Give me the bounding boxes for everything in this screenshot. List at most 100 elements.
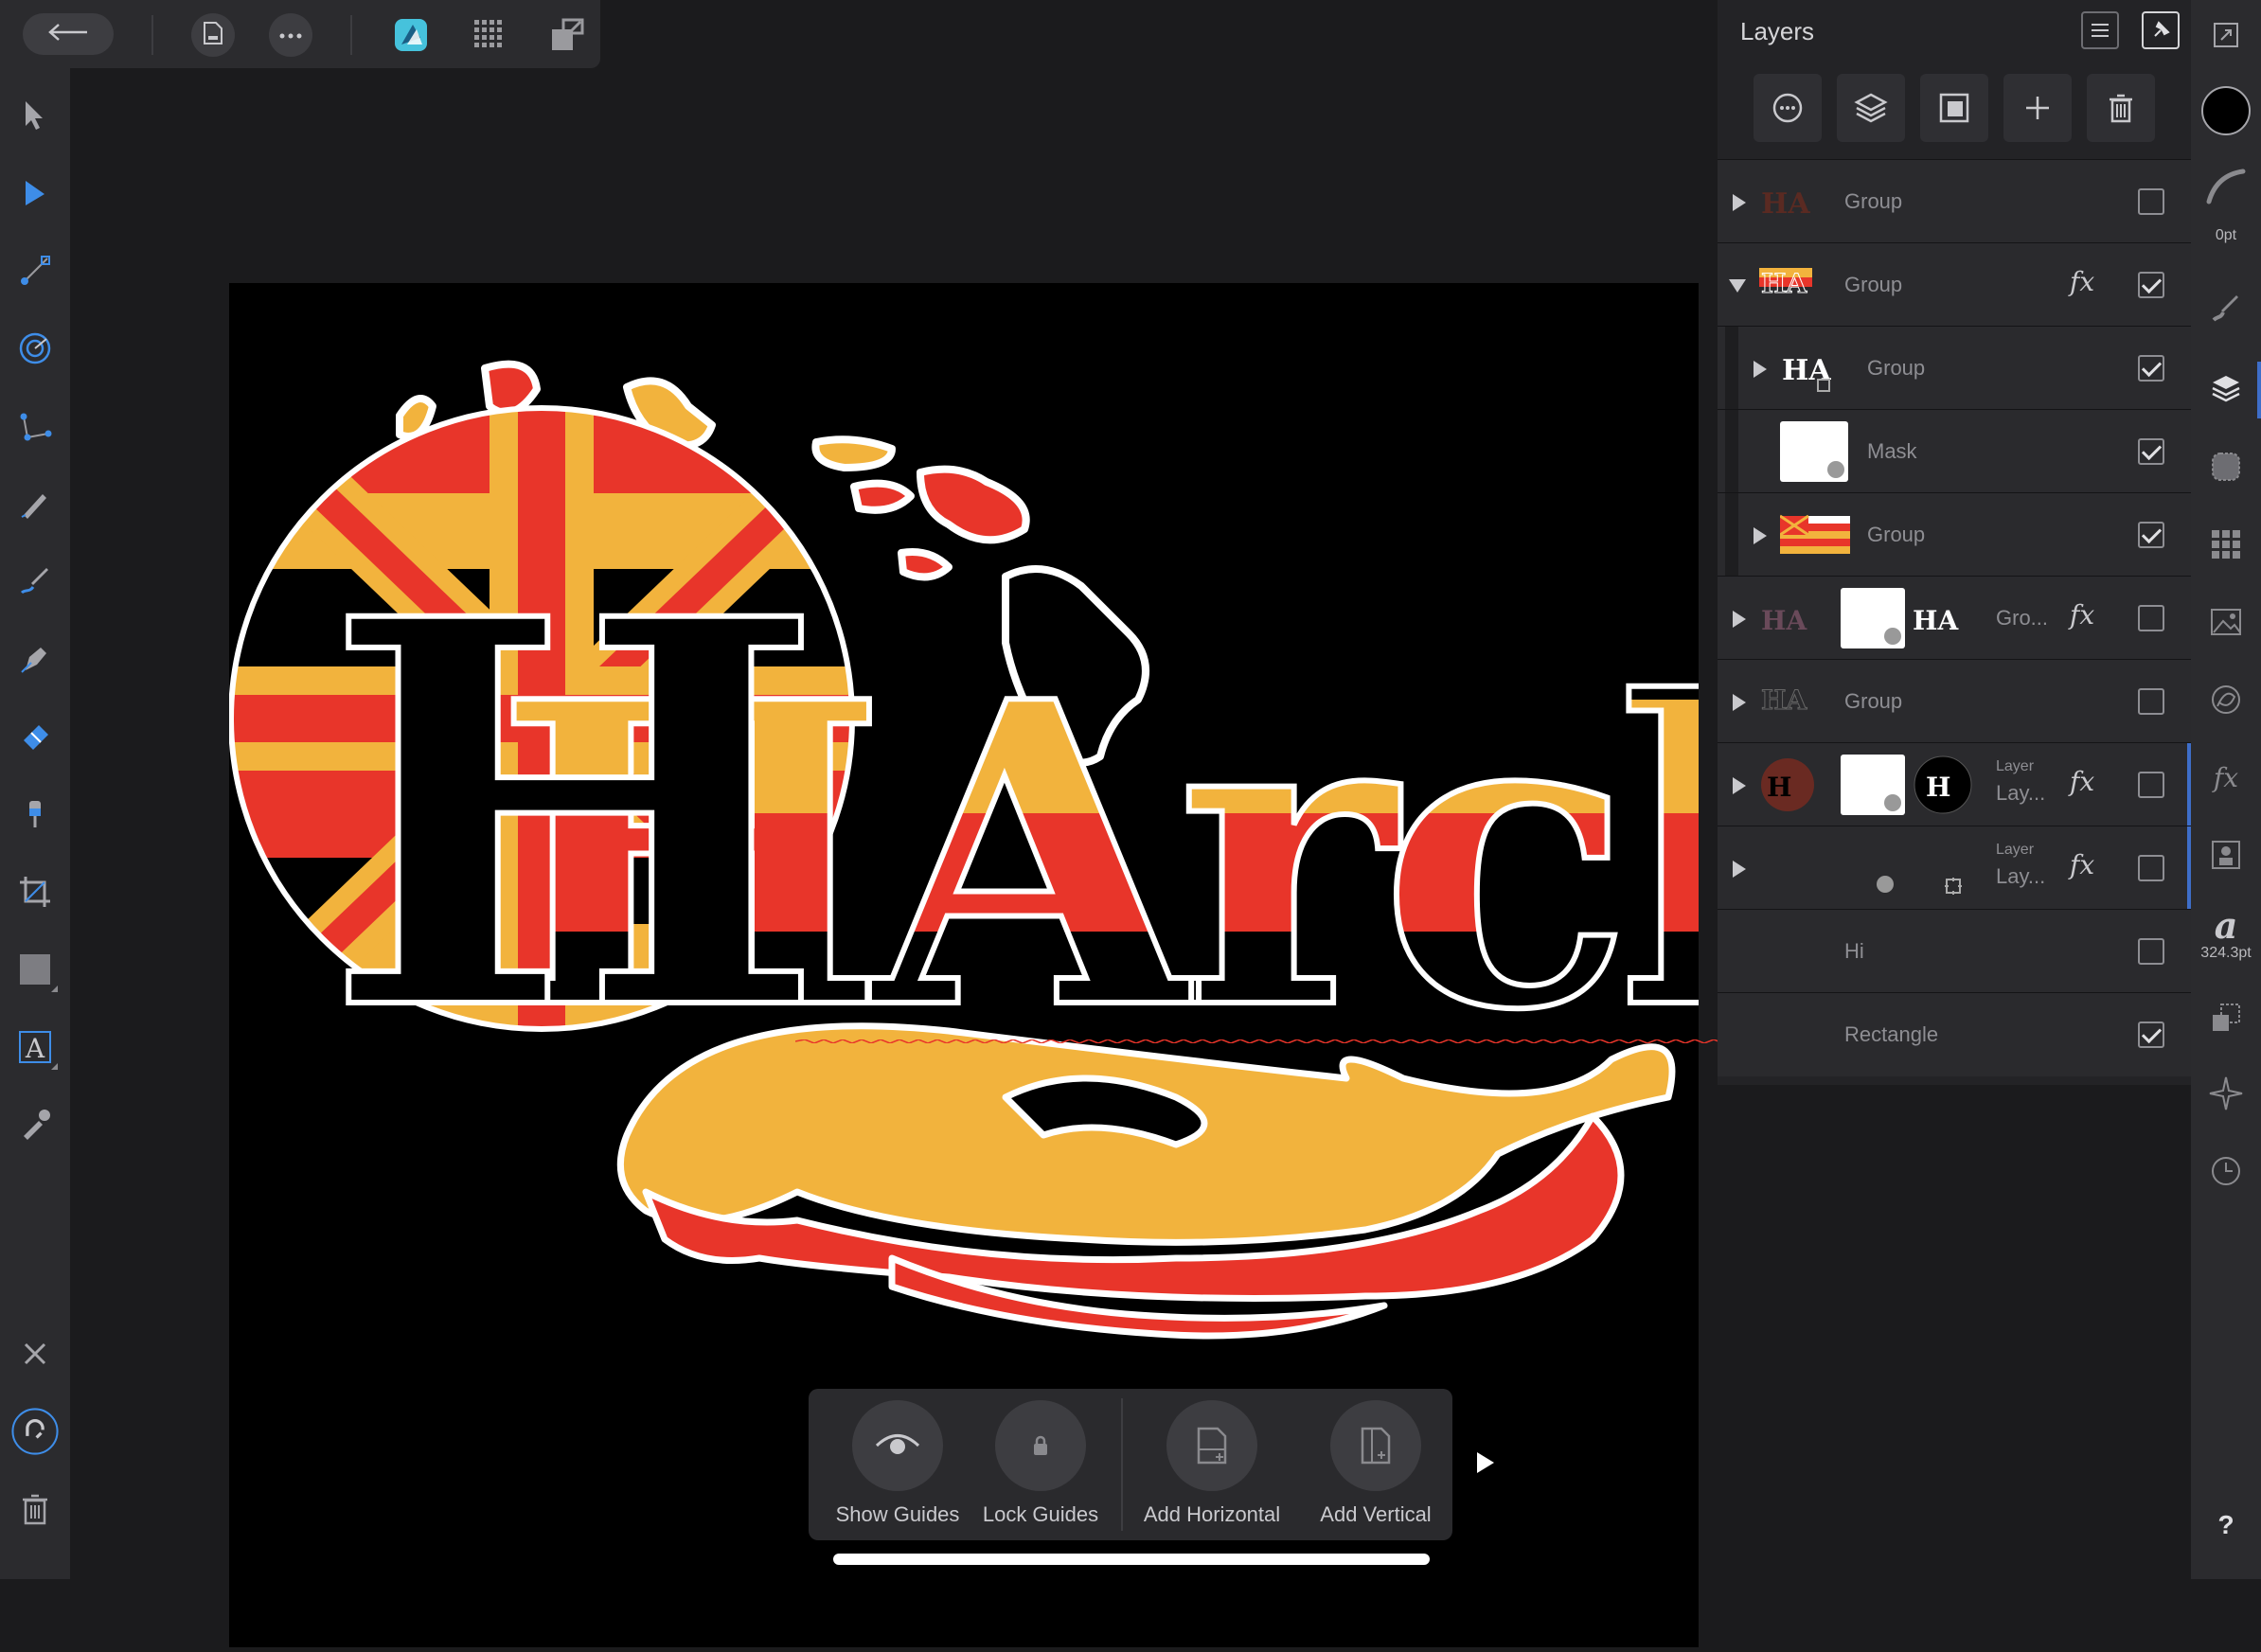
- visibility-checkbox[interactable]: [2138, 938, 2164, 965]
- layer-row[interactable]: Group: [1718, 492, 2191, 577]
- expand-arrow-icon[interactable]: [1733, 777, 1746, 794]
- expand-arrow-icon[interactable]: [1733, 694, 1746, 711]
- visibility-checkbox[interactable]: [2138, 438, 2164, 465]
- designer-persona-icon[interactable]: [389, 13, 433, 57]
- crop-tool[interactable]: [10, 867, 60, 916]
- layer-thumbnail: HA: [1761, 605, 1807, 636]
- layer-row[interactable]: H H Layer Lay... fx: [1718, 742, 2191, 826]
- mask-layer-button[interactable]: [1920, 74, 1988, 142]
- layer-row[interactable]: Hi: [1718, 909, 2191, 993]
- artistic-text-tool[interactable]: A: [10, 1022, 60, 1072]
- swirl-icon: [2212, 685, 2240, 714]
- horizontal-guide[interactable]: [795, 1039, 1742, 1043]
- pen-nib-icon: [21, 648, 46, 673]
- document-button[interactable]: [191, 13, 235, 57]
- export-persona-icon[interactable]: [545, 13, 589, 57]
- move-tool[interactable]: [10, 91, 60, 140]
- swatches-button[interactable]: [2202, 521, 2250, 568]
- brushes-button[interactable]: [2202, 284, 2250, 331]
- add-vertical-guide-button[interactable]: Add Vertical: [1300, 1400, 1451, 1533]
- visibility-checkbox[interactable]: [2138, 188, 2164, 215]
- pencil-tool[interactable]: [10, 479, 60, 528]
- layer-row[interactable]: HA Group: [1718, 326, 2191, 410]
- corner-tool[interactable]: [10, 246, 60, 295]
- back-button[interactable]: [23, 13, 114, 55]
- visibility-checkbox[interactable]: [2138, 772, 2164, 798]
- color-well-button[interactable]: [2200, 85, 2252, 136]
- color-picker-tool[interactable]: [10, 1100, 60, 1149]
- pixel-persona-icon[interactable]: [468, 13, 511, 57]
- effects-button[interactable]: fx: [2202, 754, 2250, 801]
- contour-tool[interactable]: [10, 324, 60, 373]
- expand-arrow-icon[interactable]: [1733, 861, 1746, 878]
- more-button[interactable]: [269, 13, 312, 57]
- transparency-tool[interactable]: [10, 790, 60, 839]
- character-button[interactable]: a: [2202, 901, 2250, 949]
- mask-badge-icon: [1877, 876, 1894, 893]
- pin-panel-button[interactable]: [2142, 11, 2180, 49]
- layer-row[interactable]: Layer Lay... fx: [1718, 826, 2191, 910]
- fx-icon[interactable]: fx: [2070, 849, 2094, 880]
- add-layer-button[interactable]: [2003, 74, 2072, 142]
- expand-arrow-icon[interactable]: [1733, 194, 1746, 211]
- layer-options-button[interactable]: [1754, 74, 1822, 142]
- node-tool[interactable]: [10, 169, 60, 218]
- help-button[interactable]: ?: [2202, 1501, 2250, 1549]
- vector-brush-tool[interactable]: [10, 557, 60, 606]
- expand-arrow-icon[interactable]: [1733, 611, 1746, 628]
- svg-text:HA: HA: [1761, 605, 1807, 636]
- collapse-arrow-icon[interactable]: [1729, 279, 1746, 293]
- fullscreen-button[interactable]: [2202, 11, 2250, 59]
- eye-icon: [875, 1434, 920, 1454]
- layer-row[interactable]: HA HA Gro... fx: [1718, 576, 2191, 660]
- expand-arrow-icon[interactable]: [1754, 361, 1767, 378]
- fx-icon[interactable]: fx: [2070, 266, 2094, 297]
- stroke-button[interactable]: [2202, 163, 2250, 210]
- snapping-button[interactable]: [10, 1407, 60, 1456]
- layer-row[interactable]: HA Group fx: [1718, 242, 2191, 327]
- layer-row[interactable]: Mask: [1718, 409, 2191, 493]
- layer-row[interactable]: HA Group: [1718, 159, 2191, 243]
- fx-icon[interactable]: fx: [2070, 599, 2094, 631]
- visibility-checkbox[interactable]: [2138, 605, 2164, 631]
- history-button[interactable]: [2202, 1147, 2250, 1195]
- canvas-workspace[interactable]: HArchy: [70, 68, 2176, 1647]
- panel-menu-button[interactable]: [2081, 11, 2119, 49]
- fill-tool[interactable]: [10, 712, 60, 761]
- delete-button[interactable]: [10, 1484, 60, 1534]
- layer-thumbnail: HA: [1913, 605, 1959, 636]
- visibility-checkbox[interactable]: [2138, 355, 2164, 382]
- show-guides-button[interactable]: Show Guides: [822, 1400, 973, 1533]
- point-transform-tool[interactable]: [10, 401, 60, 451]
- pen-tool[interactable]: [10, 634, 60, 684]
- layer-row[interactable]: HA Group: [1718, 659, 2191, 743]
- trash-icon: [23, 1494, 47, 1525]
- svg-text:HA: HA: [1761, 684, 1807, 716]
- styles-button[interactable]: [2202, 831, 2250, 879]
- layer-row[interactable]: Rectangle: [1718, 992, 2191, 1076]
- context-more-button[interactable]: [1469, 1448, 1498, 1477]
- delete-layer-button[interactable]: [2087, 74, 2155, 142]
- visibility-checkbox[interactable]: [2138, 522, 2164, 548]
- close-icon: [24, 1342, 46, 1365]
- expand-arrow-icon[interactable]: [1754, 527, 1767, 544]
- styles-icon: [2212, 841, 2240, 869]
- add-horizontal-guide-button[interactable]: Add Horizontal: [1136, 1400, 1288, 1533]
- eyedropper-icon: [24, 1110, 50, 1140]
- close-context-button[interactable]: [10, 1329, 60, 1378]
- lock-guides-button[interactable]: Lock Guides: [965, 1400, 1116, 1533]
- navigator-button[interactable]: [2202, 1070, 2250, 1117]
- appearance-button[interactable]: [2202, 443, 2250, 490]
- transform-button[interactable]: [2202, 994, 2250, 1041]
- visibility-checkbox[interactable]: [2138, 855, 2164, 881]
- adjustments-button[interactable]: [2202, 676, 2250, 723]
- visibility-checkbox[interactable]: [2138, 272, 2164, 298]
- assets-button[interactable]: [2202, 598, 2250, 646]
- layer-stack-button[interactable]: [1837, 74, 1905, 142]
- visibility-checkbox[interactable]: [2138, 688, 2164, 715]
- mask-icon: [1939, 93, 1969, 123]
- fx-icon[interactable]: fx: [2070, 766, 2094, 797]
- shape-tool[interactable]: [10, 945, 60, 994]
- visibility-checkbox[interactable]: [2138, 1021, 2164, 1048]
- layers-studio-button[interactable]: [2202, 365, 2250, 413]
